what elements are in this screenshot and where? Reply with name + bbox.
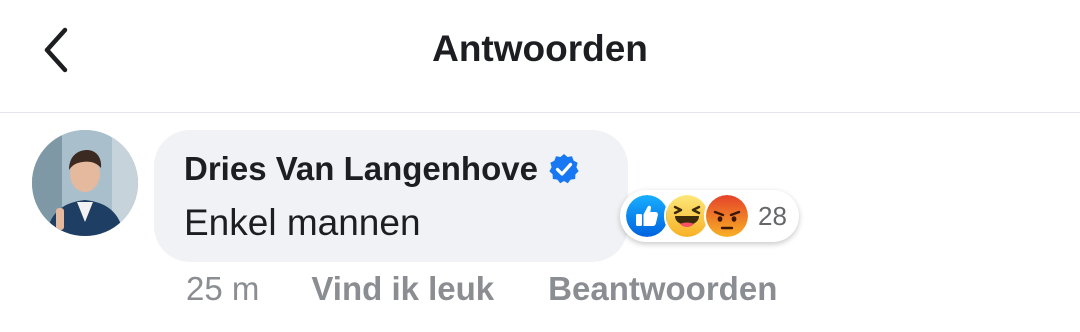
comment-header: Dries Van Langenhove bbox=[184, 150, 628, 188]
comment-author[interactable]: Dries Van Langenhove bbox=[184, 150, 538, 188]
header-bar: Antwoorden bbox=[0, 0, 1080, 113]
page-title: Antwoorden bbox=[432, 28, 648, 69]
comment-timestamp[interactable]: 25 m bbox=[186, 270, 259, 308]
like-button[interactable]: Vind ik leuk bbox=[311, 270, 494, 308]
avatar-image bbox=[32, 130, 138, 236]
comment-bubble: Dries Van Langenhove Enkel mannen bbox=[154, 130, 628, 262]
comment-text: Enkel mannen bbox=[184, 202, 421, 243]
reaction-count: 28 bbox=[758, 200, 787, 231]
angry-reaction-icon bbox=[704, 193, 750, 239]
reply-button[interactable]: Beantwoorden bbox=[548, 270, 777, 308]
avatar[interactable] bbox=[32, 130, 138, 236]
comment-actions: 25 m Vind ik leuk Beantwoorden bbox=[186, 270, 831, 308]
verified-badge-icon bbox=[549, 154, 579, 184]
reactions-summary[interactable]: 28 bbox=[620, 190, 799, 242]
